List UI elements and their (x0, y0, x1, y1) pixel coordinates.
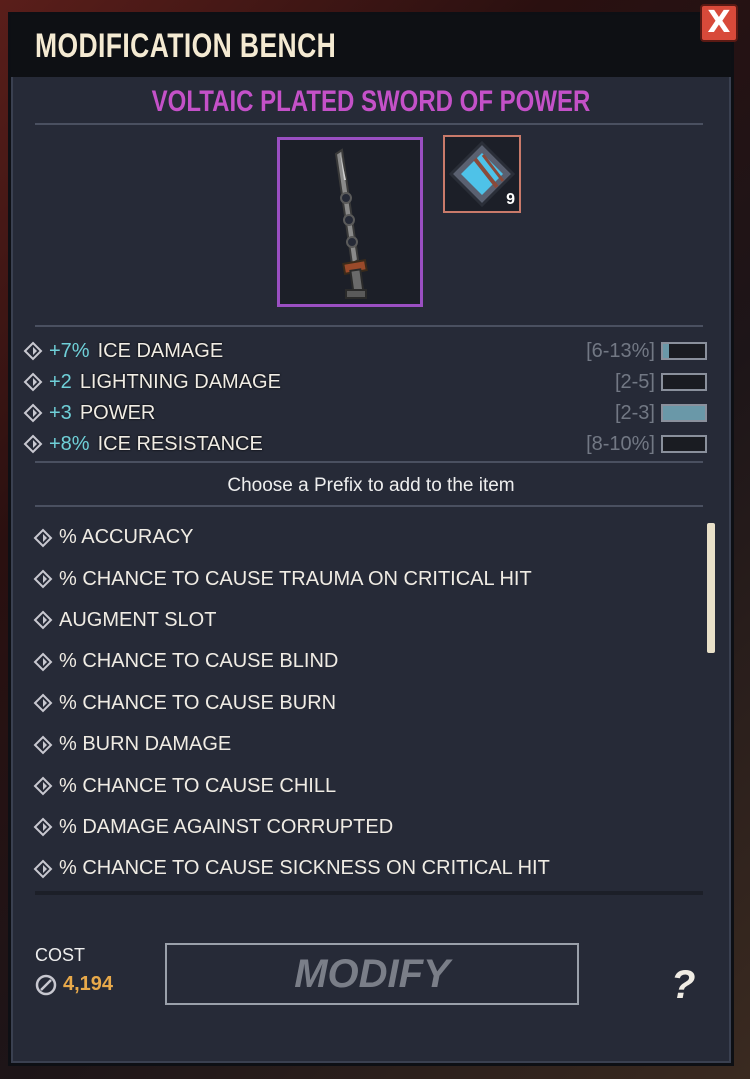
prefix-list: % ACCURACY % CHANCE TO CAUSE TRAUMA ON C… (25, 517, 717, 897)
item-name: VOLTAIC PLATED SWORD OF POWER (151, 85, 591, 118)
diamond-bullet-icon (33, 611, 53, 630)
prefix-option-label: % CHANCE TO CAUSE CHILL (59, 774, 337, 797)
divider (35, 505, 703, 507)
stat-roll-fill (663, 406, 705, 420)
prefix-option[interactable]: % CHANCE TO CAUSE SICKNESS ON CRITICAL H… (25, 848, 717, 889)
prefix-option-label: % DAMAGE AGAINST CORRUPTED (59, 815, 394, 838)
prefix-option-label: % BURN DAMAGE (59, 733, 232, 756)
diamond-bullet-icon (33, 569, 53, 589)
sword-icon (334, 148, 368, 299)
diamond-bullet-icon (23, 341, 43, 361)
currency-icon (35, 974, 57, 995)
diamond-bullet-icon (23, 434, 43, 454)
prefix-option[interactable]: % CHANCE TO CAUSE TRAUMA ON CRITICAL HIT (25, 558, 717, 599)
divider (35, 123, 703, 125)
window-title: MODIFICATION BENCH (35, 27, 337, 65)
list-scrollbar[interactable] (707, 523, 715, 653)
stat-value: +2 (49, 370, 72, 393)
prefix-option-label: % ACCURACY (59, 526, 194, 549)
divider (35, 325, 703, 327)
item-slot[interactable] (277, 137, 423, 307)
stat-range: [8-10%] (586, 432, 655, 455)
diamond-bullet-icon (33, 735, 53, 755)
prefix-option[interactable]: % CHANCE TO CAUSE BURN (25, 683, 717, 724)
diamond-bullet-icon (33, 652, 53, 672)
stat-roll-fill (663, 344, 669, 358)
prefix-option-label: % CHANCE TO CAUSE BLIND (59, 650, 339, 673)
prefix-option[interactable]: % ACCURACY (25, 517, 717, 558)
stat-roll-bar (661, 373, 707, 391)
modify-button[interactable]: MODIFY (165, 943, 579, 1005)
divider (35, 891, 703, 895)
rune-count: 9 (506, 191, 515, 208)
cost-value: 4,194 (35, 973, 113, 996)
diamond-bullet-icon (33, 776, 53, 796)
stat-name: POWER (79, 401, 156, 424)
diamond-bullet-icon (23, 403, 43, 423)
prefix-option[interactable]: AUGMENT SLOT (25, 600, 717, 641)
stat-roll-bar (661, 435, 707, 453)
help-button[interactable]: ? (671, 963, 695, 1008)
stat-range: [6-13%] (586, 339, 655, 362)
prefix-option-label: % CHANCE TO CAUSE SICKNESS ON CRITICAL H… (59, 857, 550, 880)
prefix-prompt: Choose a Prefix to add to the item (227, 475, 515, 496)
stat-row: +3 POWER [2-3] (23, 399, 707, 427)
stat-name: LIGHTNING DAMAGE (79, 370, 281, 393)
stat-name: ICE DAMAGE (97, 339, 224, 362)
prefix-option[interactable]: % CHANCE TO CAUSE CHILL (25, 765, 717, 806)
rune-slot[interactable]: 9 (443, 135, 521, 213)
prefix-option-label: % CHANCE TO CAUSE TRAUMA ON CRITICAL HIT (59, 567, 532, 590)
stat-name: ICE RESISTANCE (97, 432, 263, 455)
prefix-option-label: AUGMENT SLOT (59, 608, 217, 631)
stat-row: +7% ICE DAMAGE [6-13%] (23, 337, 707, 365)
prefix-option[interactable]: % CHANCE TO CAUSE BLIND (25, 641, 717, 682)
diamond-bullet-icon (33, 859, 53, 879)
stat-range: [2-5] (614, 370, 655, 393)
stat-value: +7% (49, 339, 90, 362)
stat-range: [2-3] (614, 401, 655, 424)
stat-value: +8% (49, 432, 90, 455)
title-bar: MODIFICATION BENCH (11, 15, 731, 77)
diamond-bullet-icon (33, 818, 53, 837)
cost-amount: 4,194 (63, 973, 114, 995)
divider (35, 461, 703, 463)
stat-roll-bar (661, 404, 707, 422)
prefix-option[interactable]: % DAMAGE AGAINST CORRUPTED (25, 807, 717, 848)
prefix-option-label: % CHANCE TO CAUSE BURN (59, 691, 337, 714)
diamond-bullet-icon (23, 372, 43, 392)
stat-row: +8% ICE RESISTANCE [8-10%] (23, 430, 707, 458)
modification-bench-panel: MODIFICATION BENCH VOLTAIC PLATED SWORD … (8, 12, 734, 1066)
stat-row: +2 LIGHTNING DAMAGE [2-5] (23, 368, 707, 396)
stat-value: +3 (49, 401, 72, 424)
diamond-bullet-icon (33, 693, 53, 713)
stat-roll-bar (661, 342, 707, 360)
prefix-option[interactable]: % BURN DAMAGE (25, 724, 717, 765)
diamond-bullet-icon (33, 528, 53, 548)
cost-label: COST (35, 945, 86, 965)
close-button[interactable]: X (700, 4, 738, 42)
